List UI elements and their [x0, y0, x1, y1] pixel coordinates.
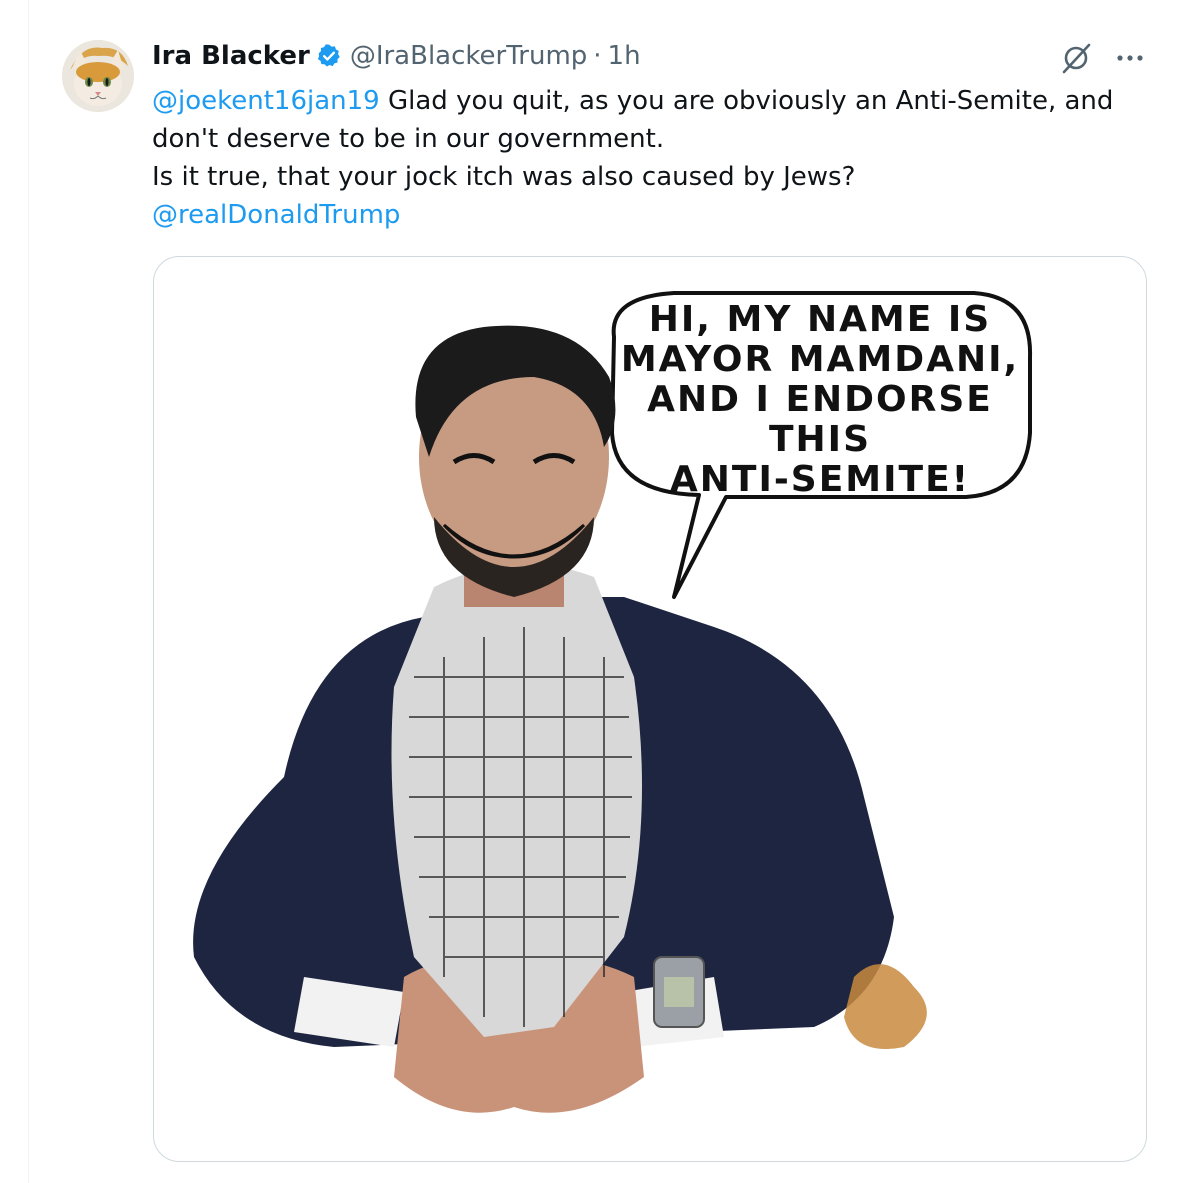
- speech-line-1: HI, MY NAME IS: [648, 299, 992, 340]
- tweet-line-3: Is it true, that your jock itch was also…: [152, 162, 856, 192]
- speech-line-2: MAYOR MAMDANI,: [620, 339, 1020, 380]
- tweet-header: Ira Blacker @IraBlackerTrump · 1h: [152, 36, 641, 76]
- tweet-timestamp[interactable]: 1h: [608, 41, 641, 71]
- tweet-line-1-text: Glad you quit, as you are obviously an A…: [379, 86, 1114, 116]
- verified-badge-icon[interactable]: [316, 43, 342, 69]
- speech-bubble-text: HI, MY NAME IS MAYOR MAMDANI, AND I ENDO…: [610, 300, 1030, 500]
- grok-icon[interactable]: [1058, 40, 1094, 76]
- tweet-line-2: don't deserve to be in our government.: [152, 124, 665, 154]
- mention-realdonaldtrump[interactable]: @realDonaldTrump: [152, 196, 1142, 234]
- cat-avatar-image: [62, 40, 134, 112]
- tweet-text: @joekent16jan19 Glad you quit, as you ar…: [152, 82, 1142, 234]
- tweet-line-1: @joekent16jan19 Glad you quit, as you ar…: [152, 82, 1142, 120]
- header-separator: ·: [593, 41, 602, 71]
- author-handle[interactable]: @IraBlackerTrump: [350, 41, 587, 71]
- speech-line-3: AND I ENDORSE THIS: [647, 379, 993, 460]
- more-options-icon[interactable]: [1112, 44, 1148, 72]
- speech-line-4: ANTI-SEMITE!: [669, 459, 971, 500]
- author-avatar[interactable]: [62, 40, 134, 112]
- author-display-name[interactable]: Ira Blacker: [152, 41, 310, 71]
- mention-joekent16jan19[interactable]: @joekent16jan19: [152, 86, 380, 116]
